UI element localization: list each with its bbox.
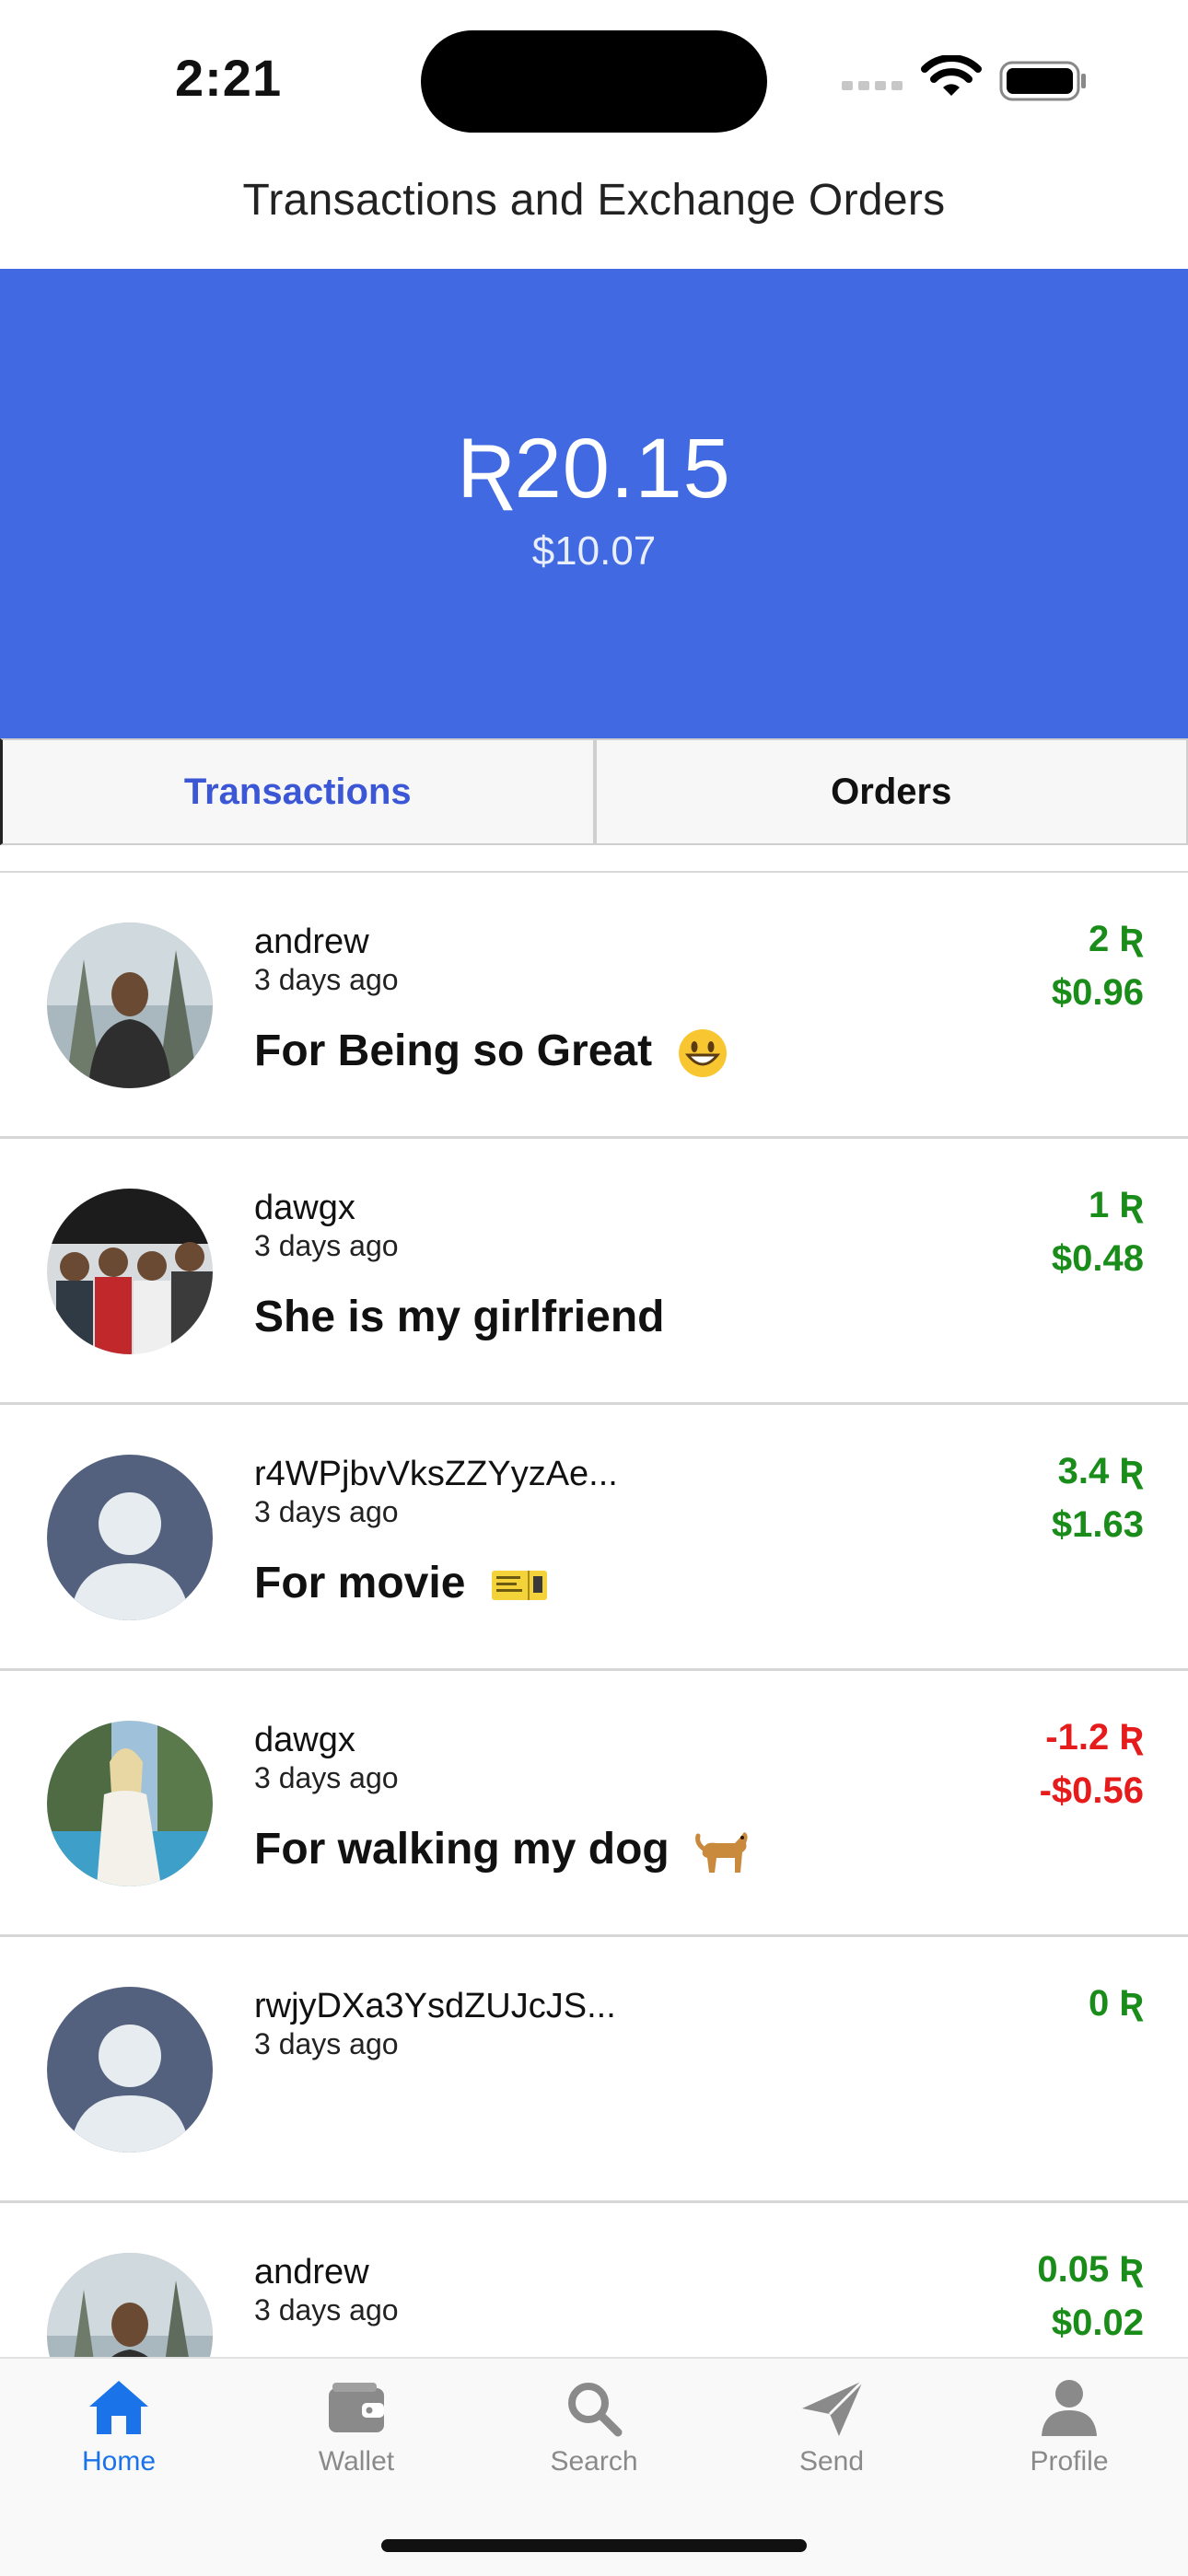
- avatar: [47, 1455, 213, 1620]
- tabbar-search[interactable]: Search: [475, 2377, 713, 2477]
- transaction-row[interactable]: andrew 3 days ago 0.05 Ʀ $0.02: [0, 2203, 1188, 2357]
- dog-emoji-icon: [694, 1825, 751, 1878]
- ticket-emoji-icon: [491, 1567, 548, 1604]
- balance-rich: Ʀ20.15: [0, 421, 1188, 517]
- timestamp: 3 days ago: [254, 1761, 399, 1795]
- timestamp: 3 days ago: [254, 1229, 399, 1263]
- memo: For walking my dog: [254, 1824, 751, 1878]
- amount-rich: 1 Ʀ: [1089, 1185, 1144, 1226]
- transaction-row[interactable]: r4WPjbvVksZZYyzAe... 3 days ago For movi…: [0, 1405, 1188, 1671]
- transaction-row[interactable]: dawgx 3 days ago She is my girlfriend 1 …: [0, 1139, 1188, 1405]
- amount-usd: $0.96: [1052, 972, 1144, 1014]
- transaction-row[interactable]: andrew 3 days ago For Being so Great 2 Ʀ…: [0, 873, 1188, 1139]
- sender-name: andrew: [254, 2253, 369, 2292]
- avatar: [47, 1721, 213, 1886]
- house-icon: [86, 2377, 152, 2438]
- memo-text: For movie: [254, 1559, 465, 1607]
- tabbar-home[interactable]: Home: [0, 2377, 238, 2477]
- transaction-row[interactable]: rwjyDXa3YsdZUJcJS... 3 days ago 0 Ʀ: [0, 1937, 1188, 2203]
- status-time: 2:21: [175, 48, 282, 108]
- sender-name: dawgx: [254, 1189, 355, 1228]
- dynamic-island: [421, 30, 767, 133]
- wallet-icon: [323, 2377, 390, 2438]
- memo-text: For Being so Great: [254, 1027, 652, 1075]
- page-title: Transactions and Exchange Orders: [0, 175, 1188, 226]
- default-person-icon: [47, 1987, 213, 2152]
- tabbar-send[interactable]: Send: [713, 2377, 950, 2477]
- sender-name: rwjyDXa3YsdZUJcJS...: [254, 1987, 616, 2026]
- transaction-row[interactable]: dawgx 3 days ago For walking my dog -1.2…: [0, 1671, 1188, 1937]
- memo: For Being so Great: [254, 1026, 728, 1079]
- person-icon: [1036, 2377, 1102, 2438]
- memo: She is my girlfriend: [254, 1292, 664, 1342]
- amount-usd: $0.02: [1052, 2303, 1144, 2344]
- avatar: [47, 1189, 213, 1354]
- timestamp: 3 days ago: [254, 1495, 399, 1529]
- tabbar-profile[interactable]: Profile: [950, 2377, 1188, 2477]
- amount-rich: 2 Ʀ: [1089, 919, 1144, 960]
- memo: For movie: [254, 1558, 548, 1608]
- amount-rich: 0.05 Ʀ: [1037, 2249, 1144, 2291]
- sender-name: andrew: [254, 922, 369, 962]
- tabbar-label: Wallet: [238, 2446, 475, 2477]
- segment-tabs: Transactions Orders: [0, 738, 1188, 849]
- cellular-signal-icon: [842, 79, 906, 92]
- amount-rich: 0 Ʀ: [1089, 1983, 1144, 2025]
- wifi-icon: [921, 55, 982, 99]
- paper-plane-icon: [798, 2377, 865, 2438]
- transaction-list[interactable]: andrew 3 days ago For Being so Great 2 Ʀ…: [0, 873, 1188, 2357]
- home-indicator: [381, 2539, 807, 2552]
- magnifier-icon: [561, 2377, 627, 2438]
- default-person-icon: [47, 1455, 213, 1620]
- battery-icon: [999, 61, 1088, 101]
- memo-text: For walking my dog: [254, 1825, 670, 1874]
- amount-rich: -1.2 Ʀ: [1045, 1717, 1144, 1758]
- balance-banner: Ʀ20.15 $10.07: [0, 269, 1188, 738]
- tabbar-wallet[interactable]: Wallet: [238, 2377, 475, 2477]
- grinning-face-emoji-icon: [677, 1027, 728, 1079]
- avatar: [47, 2253, 213, 2357]
- amount-rich: 3.4 Ʀ: [1058, 1451, 1144, 1492]
- status-bar: 2:21: [0, 0, 1188, 157]
- timestamp: 3 days ago: [254, 2027, 399, 2061]
- amount-usd: $0.48: [1052, 1238, 1144, 1280]
- avatar: [47, 1987, 213, 2152]
- sender-name: dawgx: [254, 1721, 355, 1760]
- avatar: [47, 922, 213, 1088]
- timestamp: 3 days ago: [254, 963, 399, 997]
- balance-usd: $10.07: [0, 528, 1188, 574]
- tabbar-label: Profile: [950, 2446, 1188, 2477]
- tabbar-label: Search: [475, 2446, 713, 2477]
- tab-orders[interactable]: Orders: [595, 738, 1188, 845]
- tab-transactions[interactable]: Transactions: [0, 738, 595, 845]
- tabbar-label: Home: [0, 2446, 238, 2477]
- amount-usd: -$0.56: [1040, 1770, 1144, 1812]
- timestamp: 3 days ago: [254, 2293, 399, 2327]
- sender-name: r4WPjbvVksZZYyzAe...: [254, 1455, 618, 1494]
- tabbar-label: Send: [713, 2446, 950, 2477]
- amount-usd: $1.63: [1052, 1504, 1144, 1546]
